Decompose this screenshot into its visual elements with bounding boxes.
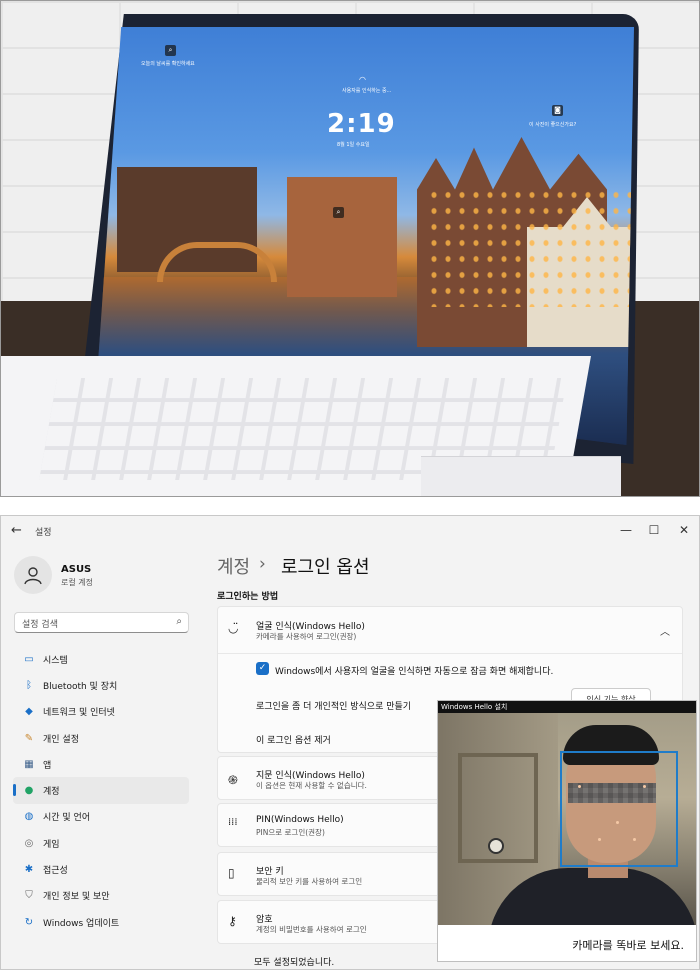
pin-subtitle: PIN으로 로그인(권장) bbox=[256, 828, 325, 837]
sidebar-item-label: 게임 bbox=[43, 839, 60, 850]
search-icon: ⌕ bbox=[165, 45, 176, 56]
bluetooth-icon: ᛒ bbox=[26, 679, 32, 691]
recognizing-text: 사용자를 인식하는 중... bbox=[342, 88, 392, 94]
face-scan-icon: ◠ bbox=[359, 75, 366, 84]
search-placeholder: 설정 검색 bbox=[22, 620, 58, 630]
lit-windows bbox=[427, 187, 634, 307]
photo-like-hint: 이 사진이 좋으신가요? bbox=[529, 122, 577, 128]
camera-icon: ◙ bbox=[552, 105, 563, 116]
usb-key-icon: ▯ bbox=[228, 866, 235, 880]
sidebar-item-accessibility[interactable]: ✱ 접근성 bbox=[13, 856, 189, 882]
palm-rest bbox=[421, 456, 621, 496]
sidebar-item-label: Windows 업데이트 bbox=[43, 918, 120, 929]
accessibility-icon: ✱ bbox=[24, 864, 34, 876]
hello-title: Windows Hello 설치 bbox=[441, 703, 508, 711]
sidebar-item-network[interactable]: ◆ 네트워크 및 인터넷 bbox=[13, 699, 189, 725]
title-bar: ← 설정 — ☐ ✕ bbox=[1, 516, 699, 548]
weather-hint: 오늘의 날씨를 확인하세요 bbox=[141, 61, 195, 67]
breadcrumb-parent[interactable]: 계정 bbox=[217, 553, 250, 579]
page-title: 로그인 옵션 bbox=[281, 557, 370, 578]
auto-unlock-checkbox[interactable]: ✓ bbox=[256, 662, 269, 675]
laptop-photo: ⌕ 오늘의 날씨를 확인하세요 ◠ 사용자를 인식하는 중... ◙ 이 사진이… bbox=[0, 0, 700, 497]
lock-time: 2:19 bbox=[327, 109, 396, 139]
improve-recognition-label: 로그인을 좀 더 개인적인 방식으로 만들기 bbox=[256, 702, 412, 712]
person-icon bbox=[24, 567, 42, 585]
password-subtitle: 계정의 비밀번호를 사용하여 로그인 bbox=[256, 925, 367, 934]
sidebar-item-personalization[interactable]: ✎ 개인 설정 bbox=[13, 725, 189, 751]
globe-icon: ◍ bbox=[24, 811, 34, 823]
landmark-dot bbox=[578, 785, 581, 788]
look-at-camera-message: 카메라를 똑바로 보세요. bbox=[572, 939, 684, 952]
fingerprint-subtitle: 이 옵션은 현재 사용할 수 없습니다. bbox=[256, 781, 367, 790]
shield-icon: ⛉ bbox=[25, 890, 33, 902]
windows-hello-dialog: Windows Hello 설치 카메라를 똑바로 보세요. bbox=[437, 700, 697, 962]
landmark-dot bbox=[598, 838, 601, 841]
account-icon: ● bbox=[24, 785, 34, 797]
sidebar-item-windows-update[interactable]: ↻ Windows 업데이트 bbox=[13, 909, 189, 935]
sidebar-item-time-language[interactable]: ◍ 시간 및 언어 bbox=[13, 804, 189, 830]
sidebar-item-label: Bluetooth 및 장치 bbox=[43, 681, 118, 692]
pin-title: PIN(Windows Hello) bbox=[256, 815, 344, 825]
key-icon: ⚷ bbox=[228, 914, 237, 928]
brush-icon: ✎ bbox=[24, 732, 34, 744]
gamepad-icon: ◎ bbox=[24, 837, 34, 849]
sidebar-item-label: 계정 bbox=[43, 787, 60, 798]
face-subtitle: 카메라를 사용하여 로그인(권장) bbox=[256, 632, 357, 641]
remove-option-label: 이 로그인 옵션 제거 bbox=[256, 736, 331, 746]
face-detection-box bbox=[560, 751, 678, 867]
back-arrow-icon[interactable]: ← bbox=[11, 523, 22, 538]
hello-title-bar: Windows Hello 설치 bbox=[438, 701, 696, 713]
sidebar-item-accounts[interactable]: ● 계정 bbox=[13, 777, 189, 804]
keypad-icon: ⁞⁞⁞ bbox=[228, 817, 238, 828]
sidebar-item-label: 시간 및 언어 bbox=[43, 813, 91, 824]
update-icon: ↻ bbox=[24, 916, 34, 928]
sidebar-item-gaming[interactable]: ◎ 게임 bbox=[13, 830, 189, 856]
landmark-dot bbox=[633, 838, 636, 841]
apps-icon: ▦ bbox=[24, 758, 34, 770]
landmark-dot bbox=[643, 785, 646, 788]
wall-clock bbox=[488, 838, 504, 854]
face-recognition-header[interactable]: ◡̈ 얼굴 인식(Windows Hello) 카메라를 사용하여 로그인(권장… bbox=[218, 607, 682, 653]
system-icon: ▭ bbox=[24, 653, 34, 665]
setup-complete-text: 모두 설정되었습니다. bbox=[254, 958, 335, 968]
account-type: 로컬 계정 bbox=[61, 578, 93, 587]
search-icon: ⌕ bbox=[176, 616, 182, 627]
stone-bridge bbox=[157, 242, 277, 282]
security-key-subtitle: 물리적 보안 키를 사용하여 로그인 bbox=[256, 877, 363, 886]
sidebar-item-label: 개인 설정 bbox=[43, 734, 79, 745]
sidebar-item-label: 앱 bbox=[43, 760, 52, 771]
search-input[interactable]: 설정 검색 ⌕ bbox=[14, 612, 189, 633]
window-title: 설정 bbox=[35, 528, 52, 538]
avatar[interactable] bbox=[14, 556, 52, 594]
chevron-up-icon[interactable]: ︿ bbox=[660, 623, 670, 638]
lock-date: 8월 1일 수요일 bbox=[337, 142, 370, 148]
sidebar-item-privacy[interactable]: ⛉ 개인 정보 및 보안 bbox=[13, 883, 189, 909]
camera-preview bbox=[438, 713, 696, 925]
fingerprint-icon: ֍ bbox=[228, 773, 238, 787]
breadcrumb-separator: › bbox=[259, 554, 266, 574]
close-button[interactable]: ✕ bbox=[673, 520, 695, 540]
sidebar-item-label: 접근성 bbox=[43, 866, 68, 877]
sidebar-item-label: 개인 정보 및 보안 bbox=[43, 892, 110, 903]
face-icon: ◡̈ bbox=[228, 621, 239, 635]
section-title: 로그인하는 방법 bbox=[217, 592, 279, 602]
building-middle bbox=[287, 177, 397, 297]
user-name: ASUS bbox=[61, 564, 92, 575]
network-icon: ◆ bbox=[25, 706, 33, 718]
sidebar-item-label: 시스템 bbox=[43, 655, 68, 666]
maximize-button[interactable]: ☐ bbox=[643, 520, 665, 540]
sidebar-item-system[interactable]: ▭ 시스템 bbox=[13, 646, 189, 672]
search-pin-icon: ⌕ bbox=[333, 207, 344, 218]
sidebar-item-label: 네트워크 및 인터넷 bbox=[43, 708, 115, 719]
minimize-button[interactable]: — bbox=[615, 520, 637, 540]
landmark-dot bbox=[616, 821, 619, 824]
sidebar-item-bluetooth[interactable]: ᛒ Bluetooth 및 장치 bbox=[13, 672, 189, 698]
sidebar-nav: ▭ 시스템 ᛒ Bluetooth 및 장치 ◆ 네트워크 및 인터넷 ✎ 개인… bbox=[13, 646, 189, 935]
sidebar-item-apps[interactable]: ▦ 앱 bbox=[13, 751, 189, 777]
auto-unlock-label: Windows에서 사용자의 얼굴을 인식하면 자동으로 잠금 화면 해제합니다… bbox=[275, 667, 554, 677]
divider bbox=[218, 653, 682, 654]
